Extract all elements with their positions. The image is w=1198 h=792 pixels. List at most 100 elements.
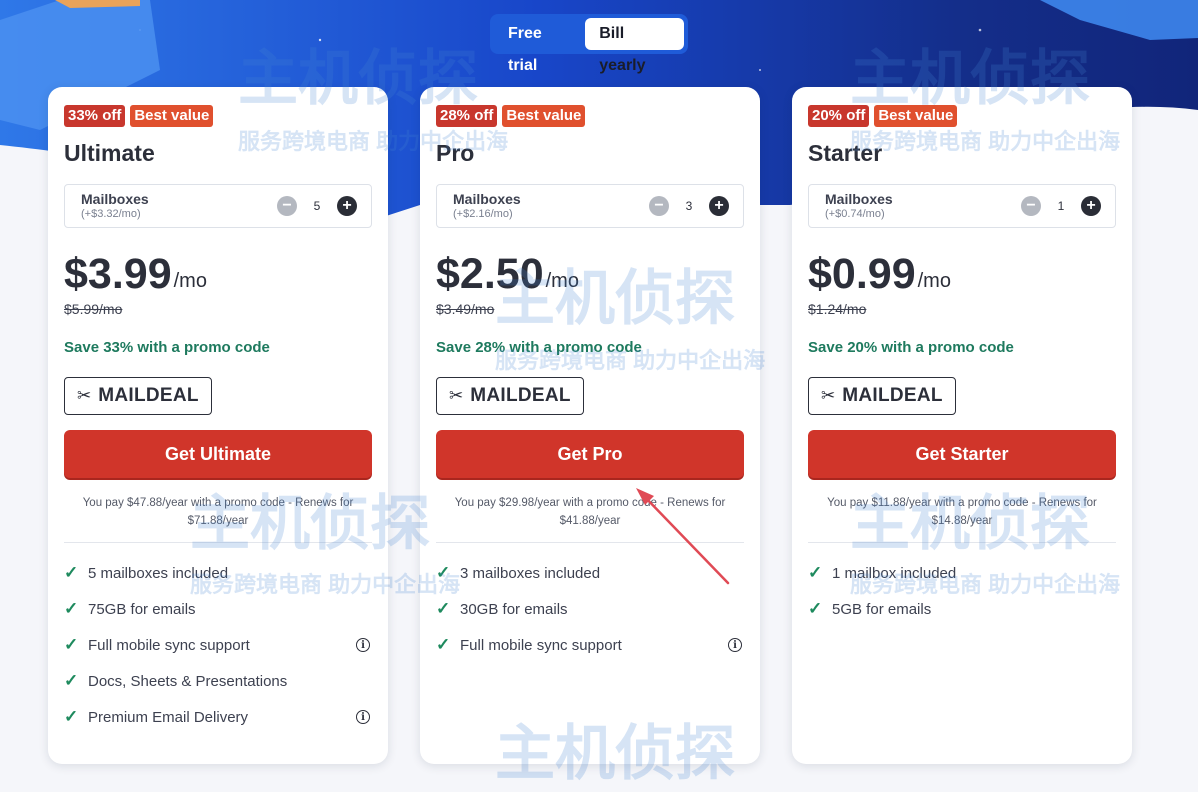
promo-code: MAILDEAL [842,385,943,406]
plan-name: Ultimate [64,140,155,166]
mailbox-count: 1 [1057,199,1065,213]
free-trial-option[interactable]: Free trial [494,18,585,74]
price: $2.50 [436,250,544,298]
billing-note: You pay $29.98/year with a promo code - … [454,497,726,527]
save-text: Save 28% with a promo code [436,339,642,356]
promo-code: MAILDEAL [98,385,199,406]
save-text: Save 33% with a promo code [64,339,270,356]
feature-list: ✓ 1 mailbox included ✓ 5GB for emails [808,555,1116,627]
minus-icon[interactable]: − [277,196,297,216]
get-plan-button[interactable]: Get Starter [808,430,1116,478]
plan-card-ultimate: 33% off Best value Ultimate Mailboxes (+… [48,87,388,764]
save-text: Save 20% with a promo code [808,339,1014,356]
info-icon[interactable]: i [728,638,742,652]
divider [64,542,372,543]
price-row: $2.50 /mo [436,249,744,297]
check-icon: ✓ [64,563,79,582]
billing-note: You pay $47.88/year with a promo code - … [82,497,354,527]
minus-icon[interactable]: − [1021,196,1041,216]
discount-badge: 28% off [436,105,498,127]
discount-badge: 20% off [808,105,870,127]
price-period: /mo [173,270,207,292]
promo-code: MAILDEAL [470,385,571,406]
scissors-icon: ✂ [449,386,464,405]
price-row: $3.99 /mo [64,249,372,297]
feature-text: 5GB for emails [832,600,932,618]
check-icon: ✓ [808,599,823,618]
info-icon[interactable]: i [356,638,370,652]
minus-icon[interactable]: − [649,196,669,216]
feature-text: 5 mailboxes included [88,564,229,582]
feature-item: ✓ Full mobile sync support i [64,627,372,663]
mailboxes-stepper: Mailboxes (+$0.74/mo) − 1 + [808,184,1116,228]
plan-card-starter: 20% off Best value Starter Mailboxes (+$… [792,87,1132,764]
check-icon: ✓ [64,671,79,690]
feature-item: ✓ 30GB for emails [436,591,744,627]
scissors-icon: ✂ [77,386,92,405]
mailbox-price: (+$2.16/mo) [453,208,513,220]
get-plan-button[interactable]: Get Ultimate [64,430,372,478]
feature-item: ✓ 75GB for emails [64,591,372,627]
check-icon: ✓ [64,599,79,618]
feature-item: ✓ 5GB for emails [808,591,1116,627]
feature-text: Docs, Sheets & Presentations [88,672,288,690]
feature-list: ✓ 3 mailboxes included ✓ 30GB for emails ✓… [436,555,744,663]
check-icon: ✓ [436,635,451,654]
feature-item: ✓ Full mobile sync support i [436,627,744,663]
plus-icon[interactable]: + [337,196,357,216]
bill-yearly-option[interactable]: Bill yearly [585,18,684,74]
plus-icon[interactable]: + [709,196,729,216]
price: $3.99 [64,250,172,298]
mailboxes-stepper: Mailboxes (+$2.16/mo) − 3 + [436,184,744,228]
feature-item: ✓ Docs, Sheets & Presentations [64,663,372,699]
feature-text: Full mobile sync support [88,636,250,654]
mailbox-price: (+$0.74/mo) [825,208,885,220]
original-price: $5.99/mo [64,301,123,317]
promo-code-button[interactable]: ✂ MAILDEAL [436,377,584,415]
feature-item: ✓ 1 mailbox included [808,555,1116,591]
check-icon: ✓ [436,563,451,582]
price: $0.99 [808,250,916,298]
feature-list: ✓ 5 mailboxes included ✓ 75GB for emails ✓… [64,555,372,735]
mailboxes-label: Mailboxes [81,191,149,207]
mailbox-price: (+$3.32/mo) [81,208,141,220]
promo-code-button[interactable]: ✂ MAILDEAL [808,377,956,415]
plan-name: Pro [436,140,475,166]
badge-row: 20% off Best value [808,105,1116,127]
original-price: $3.49/mo [436,301,495,317]
feature-item: ✓ Premium Email Delivery i [64,699,372,735]
mailbox-count: 3 [685,199,693,213]
mailbox-count: 5 [313,199,321,213]
divider [436,542,744,543]
mailboxes-label: Mailboxes [825,191,893,207]
best-value-badge: Best value [502,105,586,127]
price-period: /mo [917,270,951,292]
scissors-icon: ✂ [821,386,836,405]
plus-icon[interactable]: + [1081,196,1101,216]
feature-text: 75GB for emails [88,600,196,618]
mailboxes-label: Mailboxes [453,191,521,207]
check-icon: ✓ [808,563,823,582]
mailboxes-stepper: Mailboxes (+$3.32/mo) − 5 + [64,184,372,228]
billing-note: You pay $11.88/year with a promo code - … [827,497,1097,527]
check-icon: ✓ [436,599,451,618]
plan-name: Starter [808,140,883,166]
badge-row: 28% off Best value [436,105,744,127]
discount-badge: 33% off [64,105,126,127]
info-icon[interactable]: i [356,710,370,724]
get-plan-button[interactable]: Get Pro [436,430,744,478]
promo-code-button[interactable]: ✂ MAILDEAL [64,377,212,415]
original-price: $1.24/mo [808,301,867,317]
divider [808,542,1116,543]
feature-text: Premium Email Delivery [88,708,249,726]
feature-text: 30GB for emails [460,600,568,618]
feature-text: Full mobile sync support [460,636,622,654]
billing-toggle: Free trial Bill yearly [490,14,688,74]
check-icon: ✓ [64,635,79,654]
check-icon: ✓ [64,707,79,726]
feature-item: ✓ 5 mailboxes included [64,555,372,591]
price-period: /mo [545,270,579,292]
feature-text: 1 mailbox included [832,564,957,582]
plan-card-pro: 28% off Best value Pro Mailboxes (+$2.16… [420,87,760,764]
best-value-badge: Best value [130,105,214,127]
